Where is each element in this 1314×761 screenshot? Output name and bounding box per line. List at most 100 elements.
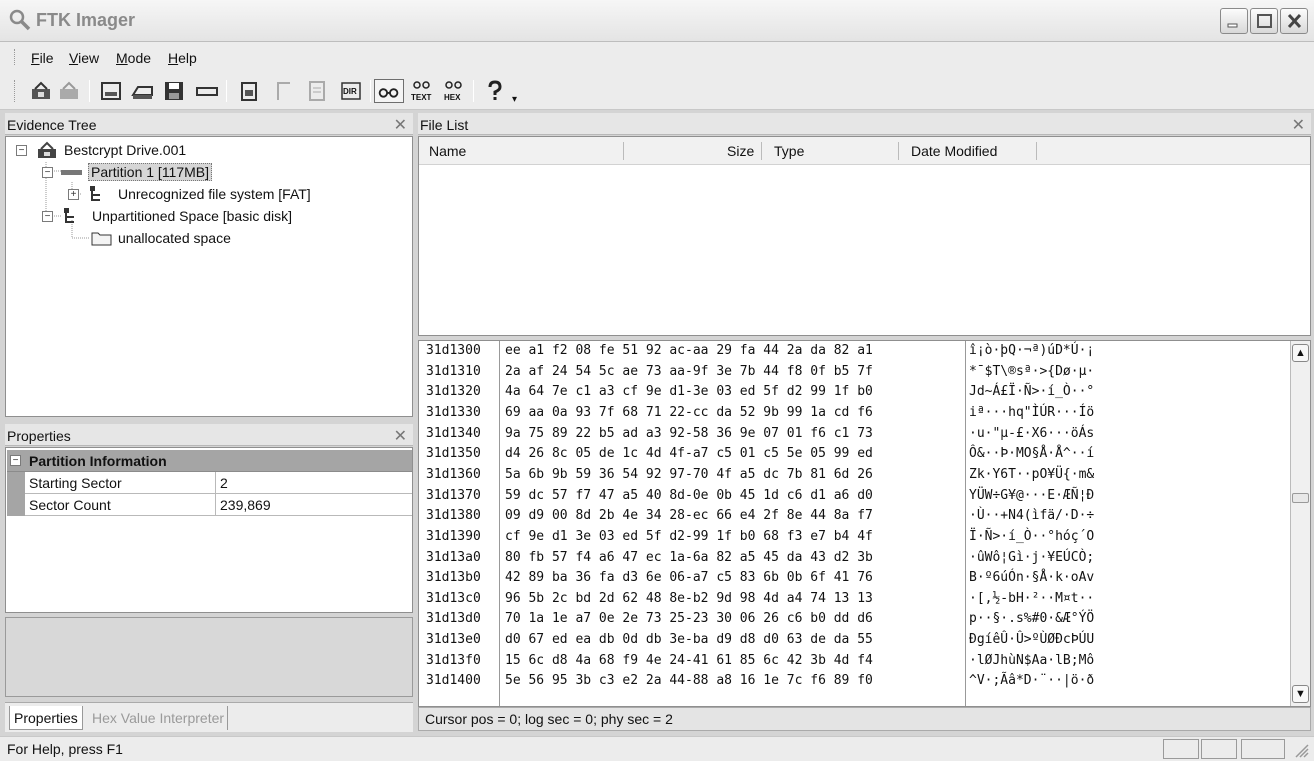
scroll-thumb[interactable] xyxy=(1292,493,1309,503)
column-date-modified[interactable]: Date Modified xyxy=(911,139,997,163)
hex-bytes[interactable]: 42 89 ba 36 fa d3 6e 06-a7 c5 83 6b 0b 6… xyxy=(505,570,873,591)
hex-bytes[interactable]: 9a 75 89 22 b5 ad a3 92-58 36 9e 07 01 f… xyxy=(505,426,873,447)
hex-view-button[interactable]: HEX xyxy=(441,79,467,103)
hex-ascii[interactable]: ·Ù··+N4(ìfä/·D·÷ xyxy=(969,508,1094,529)
close-button[interactable] xyxy=(1280,8,1308,34)
export-disk-image-button[interactable] xyxy=(130,79,156,103)
hex-offset: 31d1330 xyxy=(426,404,481,420)
export-hash-list-button[interactable] xyxy=(304,79,330,103)
property-row[interactable]: Sector Count 239,869 xyxy=(7,494,412,516)
hex-bytes[interactable]: 96 5b 2c bd 2d 62 48 8e-b2 9d 98 4d a4 7… xyxy=(505,591,873,612)
property-group-header[interactable]: − Partition Information xyxy=(7,450,412,472)
hex-bytes[interactable]: 70 1a 1e a7 0e 2e 73 25-23 30 06 26 c6 b… xyxy=(505,611,873,632)
tab-properties[interactable]: Properties xyxy=(9,706,83,730)
hex-scrollbar[interactable]: ▲ ▼ xyxy=(1290,341,1310,706)
hex-ascii[interactable]: ·[,½-bH·²··M¤t·· xyxy=(969,591,1094,612)
help-button[interactable] xyxy=(482,79,508,103)
hex-ascii[interactable]: Zk·Y6T··pO¥Ü{·m& xyxy=(969,467,1094,488)
status-cell xyxy=(1201,739,1237,759)
property-value: 2 xyxy=(215,472,228,493)
tab-hex-value-interpreter[interactable]: Hex Value Interpreter xyxy=(89,706,229,730)
add-all-evidence-button[interactable] xyxy=(56,79,82,103)
hex-ascii[interactable]: î¡ò·þQ·¬ª)úD*Ú·¡ xyxy=(969,343,1094,364)
property-group-label: Partition Information xyxy=(29,453,167,469)
maximize-button[interactable] xyxy=(1250,8,1278,34)
export-disk-image-icon xyxy=(131,86,153,99)
hex-ascii[interactable]: YÜW÷G¥@···E·ÆÑ¦Ð xyxy=(969,488,1094,509)
hex-offset: 31d1300 xyxy=(426,343,481,358)
obtain-protected-files-button[interactable] xyxy=(194,79,220,103)
column-type[interactable]: Type xyxy=(774,139,804,163)
hex-bytes[interactable]: 69 aa 0a 93 7f 68 71 22-cc da 52 9b 99 1… xyxy=(505,405,873,426)
file-list-close-icon[interactable]: ✕ xyxy=(1292,115,1305,135)
text-view-button[interactable]: TEXT xyxy=(409,79,435,103)
hex-ascii[interactable]: Ô&··Þ·MO§Å·Å^··í xyxy=(969,446,1094,467)
hex-bytes[interactable]: 4a 64 7e c1 a3 cf 9e d1-3e 03 ed 5f d2 9… xyxy=(505,384,873,405)
hex-bytes[interactable]: 80 fb 57 f4 a6 47 ec 1a-6a 82 a5 45 da 4… xyxy=(505,550,873,571)
collapse-icon[interactable]: − xyxy=(10,455,21,466)
toolbar: DIR TEXT HEX ▾ xyxy=(0,72,1314,110)
hex-ascii[interactable]: p··§·.s%#0·&Æ°ÝÖ xyxy=(969,611,1094,632)
hex-bytes[interactable]: 15 6c d8 4a 68 f9 4e 24-41 61 85 6c 42 3… xyxy=(505,653,873,674)
hex-ascii[interactable]: ÐgíêÛ·Û>ºÙØÐcÞÚU xyxy=(969,632,1094,653)
menu-view[interactable]: View xyxy=(69,50,99,66)
column-size[interactable]: Size xyxy=(727,139,754,163)
properties-close-icon[interactable]: ✕ xyxy=(394,426,407,446)
hex-offset: 31d13f0 xyxy=(426,652,481,668)
column-name[interactable]: Name xyxy=(429,139,466,163)
collapse-icon[interactable]: − xyxy=(42,167,53,178)
tree-item-label: Bestcrypt Drive.001 xyxy=(64,142,187,158)
menu-help[interactable]: Help xyxy=(168,50,197,66)
hex-bytes[interactable]: cf 9e d1 3e 03 ed 5f d2-99 1f b0 68 f3 e… xyxy=(505,529,873,550)
scroll-up-icon[interactable]: ▲ xyxy=(1292,344,1309,362)
hex-bytes[interactable]: d0 67 ed ea db 0d db 3e-ba d9 d8 d0 63 d… xyxy=(505,632,873,653)
save-button[interactable] xyxy=(161,79,187,103)
hex-bytes[interactable]: 5a 6b 9b 59 36 54 92 97-70 4f a5 dc 7b 8… xyxy=(505,467,873,488)
properties-title: Properties xyxy=(7,428,71,444)
hex-ascii[interactable]: ·lØJhùN$Aa·lB;Mô xyxy=(969,653,1094,674)
hex-ascii[interactable]: ·u·"µ-£·X6···öÁs xyxy=(969,426,1094,447)
evidence-tree-close-icon[interactable]: ✕ xyxy=(394,115,407,135)
add-evidence-button[interactable] xyxy=(28,79,54,103)
hex-offset: 31d1340 xyxy=(426,425,481,441)
status-cell xyxy=(1163,739,1199,759)
menu-grip[interactable] xyxy=(14,49,17,65)
create-image-icon xyxy=(101,82,121,100)
evidence-tree-panel: − Bestcrypt Drive.001 − Partition 1 [117… xyxy=(5,136,413,417)
collapse-icon[interactable]: − xyxy=(16,145,27,156)
obtain-files-icon xyxy=(196,87,218,96)
create-image-button[interactable] xyxy=(98,79,124,103)
property-row[interactable]: Starting Sector 2 xyxy=(7,472,412,494)
collapse-icon[interactable]: − xyxy=(42,211,53,222)
auto-view-button[interactable] xyxy=(374,79,404,103)
hex-ascii[interactable]: *¯$T\®sª·>{Dø·µ· xyxy=(969,364,1094,385)
hex-offset: 31d1370 xyxy=(426,487,481,503)
hex-bytes[interactable]: 5e 56 95 3b c3 e2 2a 44-88 a8 16 1e 7c f… xyxy=(505,673,873,694)
verify-drive-button[interactable] xyxy=(236,79,262,103)
menu-file[interactable]: File xyxy=(31,50,54,66)
scroll-down-icon[interactable]: ▼ xyxy=(1292,685,1309,703)
hex-ascii[interactable]: ^V·;Ãâ*D·¨··|ö·ð xyxy=(969,673,1094,694)
hex-bytes[interactable]: 59 dc 57 f7 47 a5 40 8d-0e 0b 45 1d c6 d… xyxy=(505,488,873,509)
export-files-button[interactable] xyxy=(272,79,298,103)
resize-grip-icon[interactable] xyxy=(1294,743,1310,759)
toolbar-overflow-icon[interactable]: ▾ xyxy=(512,94,517,105)
folder-icon xyxy=(91,232,112,246)
text-label: TEXT xyxy=(411,93,432,102)
hex-ascii[interactable]: Jd~Á£Ï·Ñ>·í_Ò··° xyxy=(969,384,1094,405)
hex-ascii[interactable]: Ï·Ñ>·í_Ò··°hóç´O xyxy=(969,529,1094,550)
hex-offset: 31d1310 xyxy=(426,363,481,379)
expand-icon[interactable]: + xyxy=(68,189,79,200)
add-evidence-icon xyxy=(32,81,50,99)
hex-ascii[interactable]: B·º6úÓn·§Å·k·oAv xyxy=(969,570,1094,591)
menu-mode[interactable]: Mode xyxy=(116,50,151,66)
hex-bytes[interactable]: 09 d9 00 8d 2b 4e 34 28-ec 66 e4 2f 8e 4… xyxy=(505,508,873,529)
hex-bytes[interactable]: d4 26 8c 05 de 1c 4d 4f-a7 c5 01 c5 5e 0… xyxy=(505,446,873,467)
hex-offset: 31d13e0 xyxy=(426,632,481,648)
export-directory-listing-button[interactable]: DIR xyxy=(338,79,364,103)
hex-bytes[interactable]: ee a1 f2 08 fe 51 92 ac-aa 29 fa 44 2a d… xyxy=(505,343,873,364)
hex-ascii[interactable]: ·ûWô¦Gì·j·¥EÚCÒ; xyxy=(969,550,1094,571)
minimize-button[interactable] xyxy=(1220,8,1248,34)
hex-bytes[interactable]: 2a af 24 54 5c ae 73 aa-9f 3e 7b 44 f8 0… xyxy=(505,364,873,385)
hex-ascii[interactable]: iª···hq"ÌÚR···Íö xyxy=(969,405,1094,426)
